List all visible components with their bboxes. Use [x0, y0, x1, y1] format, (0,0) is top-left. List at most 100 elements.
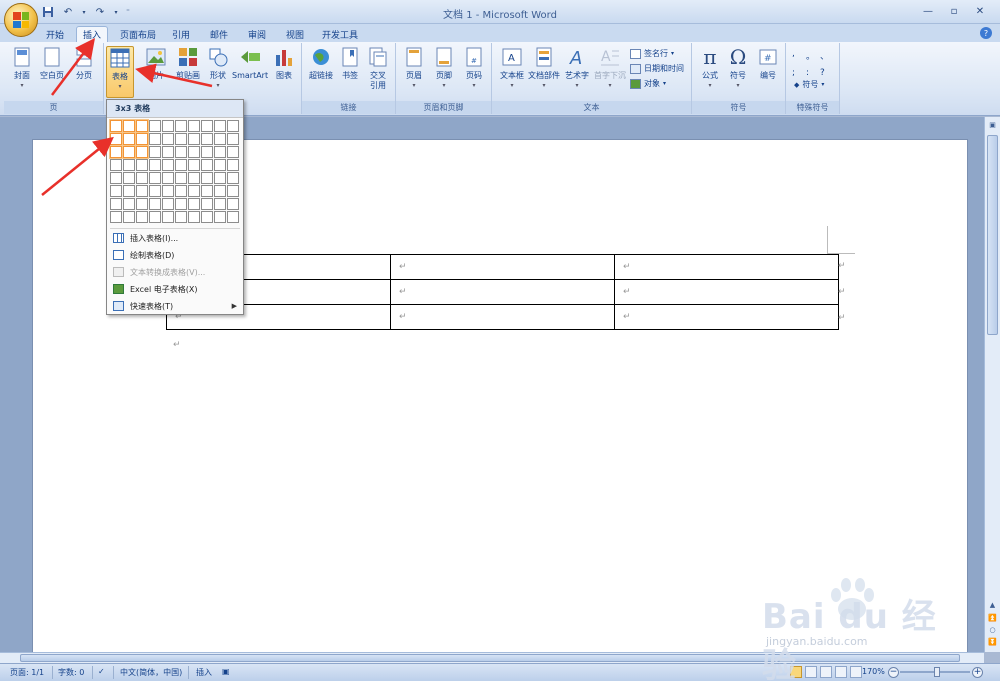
table-cell[interactable]: ↵ [390, 254, 615, 280]
signature-line-button[interactable]: 签名行 ▾ [630, 48, 674, 59]
numbering-button[interactable]: # 编号 [754, 46, 782, 81]
table-grid-cell[interactable] [227, 198, 239, 210]
object-button[interactable]: 对象 ▾ [630, 78, 666, 89]
vertical-scrollbar[interactable]: ▣ ▲ ⏫ ○ ⏬ [984, 117, 1000, 652]
footer-button[interactable]: 页脚 ▾ [430, 46, 458, 91]
table-grid-cell[interactable] [109, 132, 123, 146]
table-grid-cell[interactable] [201, 172, 213, 184]
table-grid-cell[interactable] [201, 146, 213, 158]
scroll-up-icon[interactable]: ▲ [987, 601, 998, 611]
table-grid-cell[interactable] [188, 146, 200, 158]
table-grid-cell[interactable] [201, 185, 213, 197]
chart-button[interactable]: 图表 [270, 46, 298, 81]
tab-insert[interactable]: 插入 [76, 26, 109, 42]
table-grid-cell[interactable] [123, 198, 135, 210]
document-table[interactable]: ↵↵↵↵↵↵↵↵↵ [166, 254, 839, 330]
table-grid-cell[interactable] [110, 172, 122, 184]
cross-reference-button[interactable]: 交叉 引用 [364, 46, 392, 91]
table-grid-cell[interactable] [227, 211, 239, 223]
proofing-icon[interactable]: ✓ [98, 667, 105, 676]
table-grid-cell[interactable] [162, 159, 174, 171]
table-cell[interactable]: ↵ [390, 279, 615, 305]
special-char-period[interactable]: 。 [806, 49, 820, 62]
table-grid-cell[interactable] [227, 185, 239, 197]
table-grid-cell[interactable] [214, 185, 226, 197]
page-number-button[interactable]: # 页码 ▾ [460, 46, 488, 91]
table-grid-cell[interactable] [188, 185, 200, 197]
special-char-comma[interactable]: , [792, 49, 806, 62]
tab-home[interactable]: 开始 [40, 26, 70, 42]
special-char-colon[interactable]: : [806, 68, 820, 78]
table-grid-cell[interactable] [149, 172, 161, 184]
help-icon[interactable]: ? [980, 27, 992, 39]
table-grid-cell[interactable] [175, 172, 187, 184]
smartart-button[interactable]: SmartArt [232, 46, 268, 81]
table-grid-cell[interactable] [175, 133, 187, 145]
symbol-button[interactable]: Ω 符号 ▾ [724, 46, 752, 91]
table-grid-cell[interactable] [122, 132, 136, 146]
table-grid-cell[interactable] [149, 133, 161, 145]
status-page[interactable]: 页面: 1/1 [10, 667, 44, 678]
page-break-button[interactable]: 分页 [70, 46, 98, 81]
draw-table-menu-item[interactable]: 绘制表格(D) [109, 247, 241, 263]
wordart-button[interactable]: A 艺术字 ▾ [562, 46, 592, 91]
table-grid-cell[interactable] [122, 145, 136, 159]
table-grid-cell[interactable] [214, 172, 226, 184]
table-grid-cell[interactable] [227, 120, 239, 132]
close-icon[interactable]: ✕ [968, 4, 992, 18]
blank-page-button[interactable]: 空白页 [38, 46, 66, 81]
quick-parts-button[interactable]: 文档部件 ▾ [526, 46, 562, 91]
table-grid-cell[interactable] [123, 185, 135, 197]
table-grid-cell[interactable] [122, 119, 136, 133]
table-grid-cell[interactable] [135, 132, 149, 146]
table-grid-cell[interactable] [149, 185, 161, 197]
table-grid-cell[interactable] [110, 198, 122, 210]
table-grid-cell[interactable] [175, 120, 187, 132]
table-grid-cell[interactable] [149, 120, 161, 132]
table-grid-cell[interactable] [136, 185, 148, 197]
table-grid-cell[interactable] [162, 146, 174, 158]
table-grid-cell[interactable] [110, 159, 122, 171]
table-grid-cell[interactable] [136, 211, 148, 223]
table-cell[interactable]: ↵ [390, 304, 615, 330]
tab-references[interactable]: 引用 [166, 26, 196, 42]
table-grid-cell[interactable] [109, 119, 123, 133]
table-grid-cell[interactable] [135, 145, 149, 159]
table-grid-cell[interactable] [149, 146, 161, 158]
table-button[interactable]: 表格 ▾ [106, 46, 134, 98]
vertical-scroll-thumb[interactable] [987, 135, 998, 335]
minimize-icon[interactable]: — [916, 4, 940, 18]
drop-cap-button[interactable]: A 首字下沉 ▾ [592, 46, 628, 91]
table-grid-cell[interactable] [149, 198, 161, 210]
table-grid-cell[interactable] [188, 133, 200, 145]
table-grid-cell[interactable] [201, 133, 213, 145]
table-grid-cell[interactable] [175, 159, 187, 171]
tab-review[interactable]: 审阅 [242, 26, 272, 42]
tab-developer[interactable]: 开发工具 [316, 26, 364, 42]
table-grid-cell[interactable] [123, 172, 135, 184]
table-grid-cell[interactable] [109, 145, 123, 159]
table-grid-cell[interactable] [136, 159, 148, 171]
cover-page-button[interactable]: 封面 ▾ [8, 46, 36, 91]
table-grid-cell[interactable] [123, 159, 135, 171]
bookmark-button[interactable]: 书签 [336, 46, 364, 81]
date-time-button[interactable]: 日期和时间 [630, 63, 684, 74]
table-grid-cell[interactable] [110, 211, 122, 223]
table-grid-cell[interactable] [162, 172, 174, 184]
table-grid-cell[interactable] [227, 133, 239, 145]
special-char-semicolon[interactable]: ; [792, 68, 806, 78]
table-grid-cell[interactable] [149, 159, 161, 171]
header-button[interactable]: 页眉 ▾ [400, 46, 428, 91]
table-grid-cell[interactable] [214, 146, 226, 158]
table-grid-cell[interactable] [227, 172, 239, 184]
table-grid-cell[interactable] [162, 185, 174, 197]
textbox-button[interactable]: A 文本框 ▾ [496, 46, 528, 91]
special-symbol-button[interactable]: ◆ 符号 ▾ [794, 79, 824, 90]
table-cell[interactable]: ↵ [614, 279, 839, 305]
table-grid-cell[interactable] [188, 211, 200, 223]
status-word-count[interactable]: 字数: 0 [58, 667, 84, 678]
table-grid-cell[interactable] [175, 198, 187, 210]
hyperlink-button[interactable]: 超链接 [306, 46, 336, 81]
tab-view[interactable]: 视图 [280, 26, 310, 42]
table-grid-cell[interactable] [188, 159, 200, 171]
